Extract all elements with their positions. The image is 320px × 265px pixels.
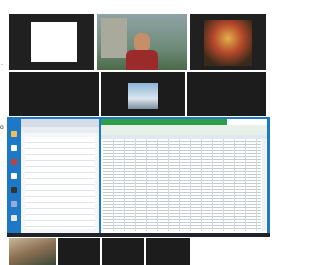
- tile-empty-1[interactable]: [9, 72, 99, 116]
- app-icon-2[interactable]: [11, 201, 17, 207]
- avatar-picture: [128, 83, 158, 109]
- settings-icon[interactable]: [11, 145, 17, 151]
- ribbon-close-strip: [227, 119, 267, 125]
- building-left: [101, 18, 127, 58]
- form-titlebar: [21, 119, 99, 127]
- spreadsheet-window[interactable]: [101, 119, 267, 233]
- form-window[interactable]: [21, 119, 99, 233]
- thumb-empty-2[interactable]: [102, 238, 144, 265]
- home-icon[interactable]: [11, 215, 17, 221]
- spreadsheet-grid: [103, 139, 261, 231]
- form-toolbar: [21, 127, 99, 133]
- app-icon[interactable]: [11, 187, 17, 193]
- chart-icon[interactable]: [11, 159, 17, 165]
- desktop-taskbar: [7, 233, 270, 237]
- tile-empty-2[interactable]: [187, 72, 266, 116]
- man-shirt: [126, 50, 158, 70]
- thumb-empty-3[interactable]: [146, 238, 190, 265]
- edge-glyph: .: [1, 60, 3, 67]
- folder-icon[interactable]: [11, 131, 17, 137]
- form-field-list: [25, 137, 95, 229]
- tile-avatar[interactable]: [101, 72, 185, 116]
- shrine-altar: [204, 20, 252, 66]
- edge-glyph-2: o: [0, 124, 4, 131]
- doc-icon[interactable]: [11, 173, 17, 179]
- sheet-scrollbar[interactable]: [262, 139, 266, 231]
- whiteboard-surface: [31, 22, 77, 62]
- tile-man-webcam[interactable]: [97, 14, 187, 70]
- desktop-sidebar: [9, 127, 19, 231]
- thumb-photo[interactable]: [9, 238, 56, 265]
- tile-shrine-photo[interactable]: [190, 14, 266, 70]
- tile-whiteboard[interactable]: [9, 14, 94, 70]
- spreadsheet-ribbon: [101, 125, 267, 135]
- thumb-photo-image: [9, 238, 56, 265]
- thumb-empty-1[interactable]: [58, 238, 100, 265]
- shared-screen[interactable]: [7, 117, 270, 237]
